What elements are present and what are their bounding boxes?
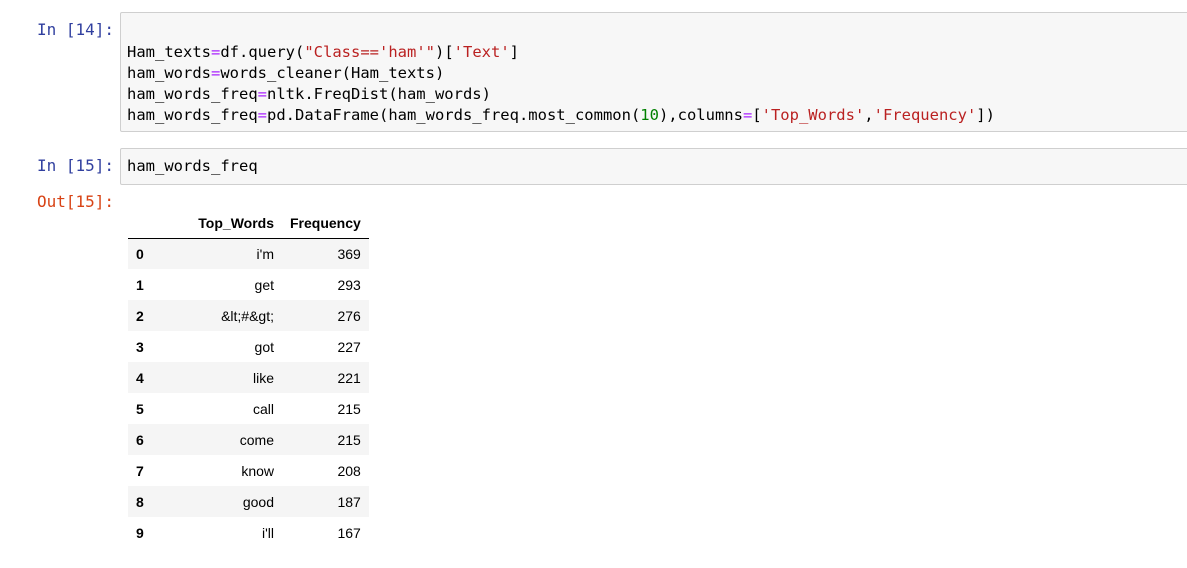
code-token: 'Text'	[453, 43, 510, 61]
table-row: 4 like 221	[128, 362, 369, 393]
table-row: 1 get 293	[128, 269, 369, 300]
code-line: Ham_texts=df.query("Class=='ham'")['Text…	[127, 42, 995, 63]
code-input-cell-14[interactable]: Ham_texts=df.query("Class=='ham'")['Text…	[120, 12, 1187, 132]
code-token: "Class=='ham'"	[304, 43, 435, 61]
table-row: 9 i'll 167	[128, 517, 369, 548]
code-editor-14[interactable]: Ham_texts=df.query("Class=='ham'")['Text…	[127, 42, 995, 126]
table-body: 0 i'm 369 1 get 293 2 &lt;#&gt; 276 3 got 227 4 like 2…	[128, 238, 369, 548]
top-word-cell: come	[239, 431, 274, 448]
code-token: ]	[509, 43, 520, 61]
table-row: 7 know 208	[128, 455, 369, 486]
code-line: ham_words_freq	[127, 156, 258, 177]
code-token: nltk.FreqDist(ham_words)	[267, 85, 491, 103]
frequency-cell: 215	[337, 431, 361, 448]
row-index-cell: 2	[136, 307, 144, 324]
code-token: words_cleaner(Ham_texts)	[220, 64, 445, 82]
table-row: 5 call 215	[128, 393, 369, 424]
table-header-row: Top_Words Frequency	[128, 208, 369, 239]
row-index-cell: 4	[136, 369, 144, 386]
code-token: ham_words_freq	[127, 157, 258, 175]
code-token: ,	[864, 106, 874, 124]
code-token: =	[211, 43, 221, 61]
code-token: )[	[435, 43, 454, 61]
frequency-cell: 215	[337, 400, 361, 417]
row-index-cell: 7	[136, 462, 144, 479]
row-index-cell: 9	[136, 524, 144, 541]
table-row: 8 good 187	[128, 486, 369, 517]
code-input-cell-15[interactable]: ham_words_freq	[120, 148, 1187, 185]
index-column-header	[128, 208, 160, 239]
code-token: df.query(	[220, 43, 305, 61]
top-word-cell: call	[252, 400, 274, 417]
code-line: ham_words=words_cleaner(Ham_texts)	[127, 63, 995, 84]
row-index-cell: 0	[136, 245, 144, 262]
top-word-cell: i'm	[256, 245, 274, 262]
top-word-cell: know	[241, 462, 274, 479]
top-word-cell: get	[254, 276, 274, 293]
top-word-cell: like	[252, 369, 274, 386]
top-word-cell: &lt;#&gt;	[221, 307, 274, 324]
row-index-cell: 3	[136, 338, 144, 355]
row-index-cell: 1	[136, 276, 144, 293]
output-prompt-15: Out[15]:	[37, 192, 115, 211]
code-token: 10	[640, 106, 659, 124]
input-prompt-14: In [14]:	[37, 20, 115, 39]
code-token: ham_words_freq	[127, 85, 258, 103]
code-token: ham_words_freq	[127, 106, 258, 124]
dataframe-output-table: Top_Words Frequency 0 i'm 369 1 get 293 2 &lt;#…	[128, 208, 369, 548]
code-token: ham_words	[127, 64, 211, 82]
top-word-cell: good	[242, 493, 274, 510]
code-editor-15[interactable]: ham_words_freq	[127, 156, 258, 177]
table-row: 3 got 227	[128, 331, 369, 362]
code-token: 'Top_Words'	[761, 106, 865, 124]
code-token: [	[752, 106, 762, 124]
code-line: ham_words_freq=nltk.FreqDist(ham_words)	[127, 84, 995, 105]
code-token: 'Frequency'	[873, 106, 977, 124]
frequency-cell: 167	[337, 524, 361, 541]
frequency-cell: 221	[337, 369, 361, 386]
code-token: =	[742, 106, 753, 124]
frequency-cell: 227	[337, 338, 361, 355]
code-token: ])	[976, 106, 995, 124]
row-index-cell: 8	[136, 493, 144, 510]
top-words-column-header: Top_Words	[160, 208, 282, 239]
table-row: 6 come 215	[128, 424, 369, 455]
frequency-cell: 187	[337, 493, 361, 510]
frequency-cell: 276	[337, 307, 361, 324]
row-index-cell: 6	[136, 431, 144, 448]
input-prompt-15: In [15]:	[37, 156, 115, 175]
code-token: pd.DataFrame(ham_words_freq.most_common(	[267, 106, 641, 124]
frequency-cell: 208	[337, 462, 361, 479]
code-token: =	[257, 106, 267, 124]
top-word-cell: got	[254, 338, 274, 355]
frequency-cell: 369	[337, 245, 361, 262]
table-row: 0 i'm 369	[128, 238, 369, 269]
frequency-column-header: Frequency	[282, 208, 369, 239]
code-line: ham_words_freq=pd.DataFrame(ham_words_fr…	[127, 105, 995, 126]
code-token: ),columns	[658, 106, 743, 124]
top-word-cell: i'll	[261, 524, 274, 541]
code-token: =	[211, 64, 221, 82]
table-row: 2 &lt;#&gt; 276	[128, 300, 369, 331]
frequency-cell: 293	[337, 276, 361, 293]
code-token: =	[257, 85, 267, 103]
code-token: Ham_texts	[127, 43, 211, 61]
row-index-cell: 5	[136, 400, 144, 417]
